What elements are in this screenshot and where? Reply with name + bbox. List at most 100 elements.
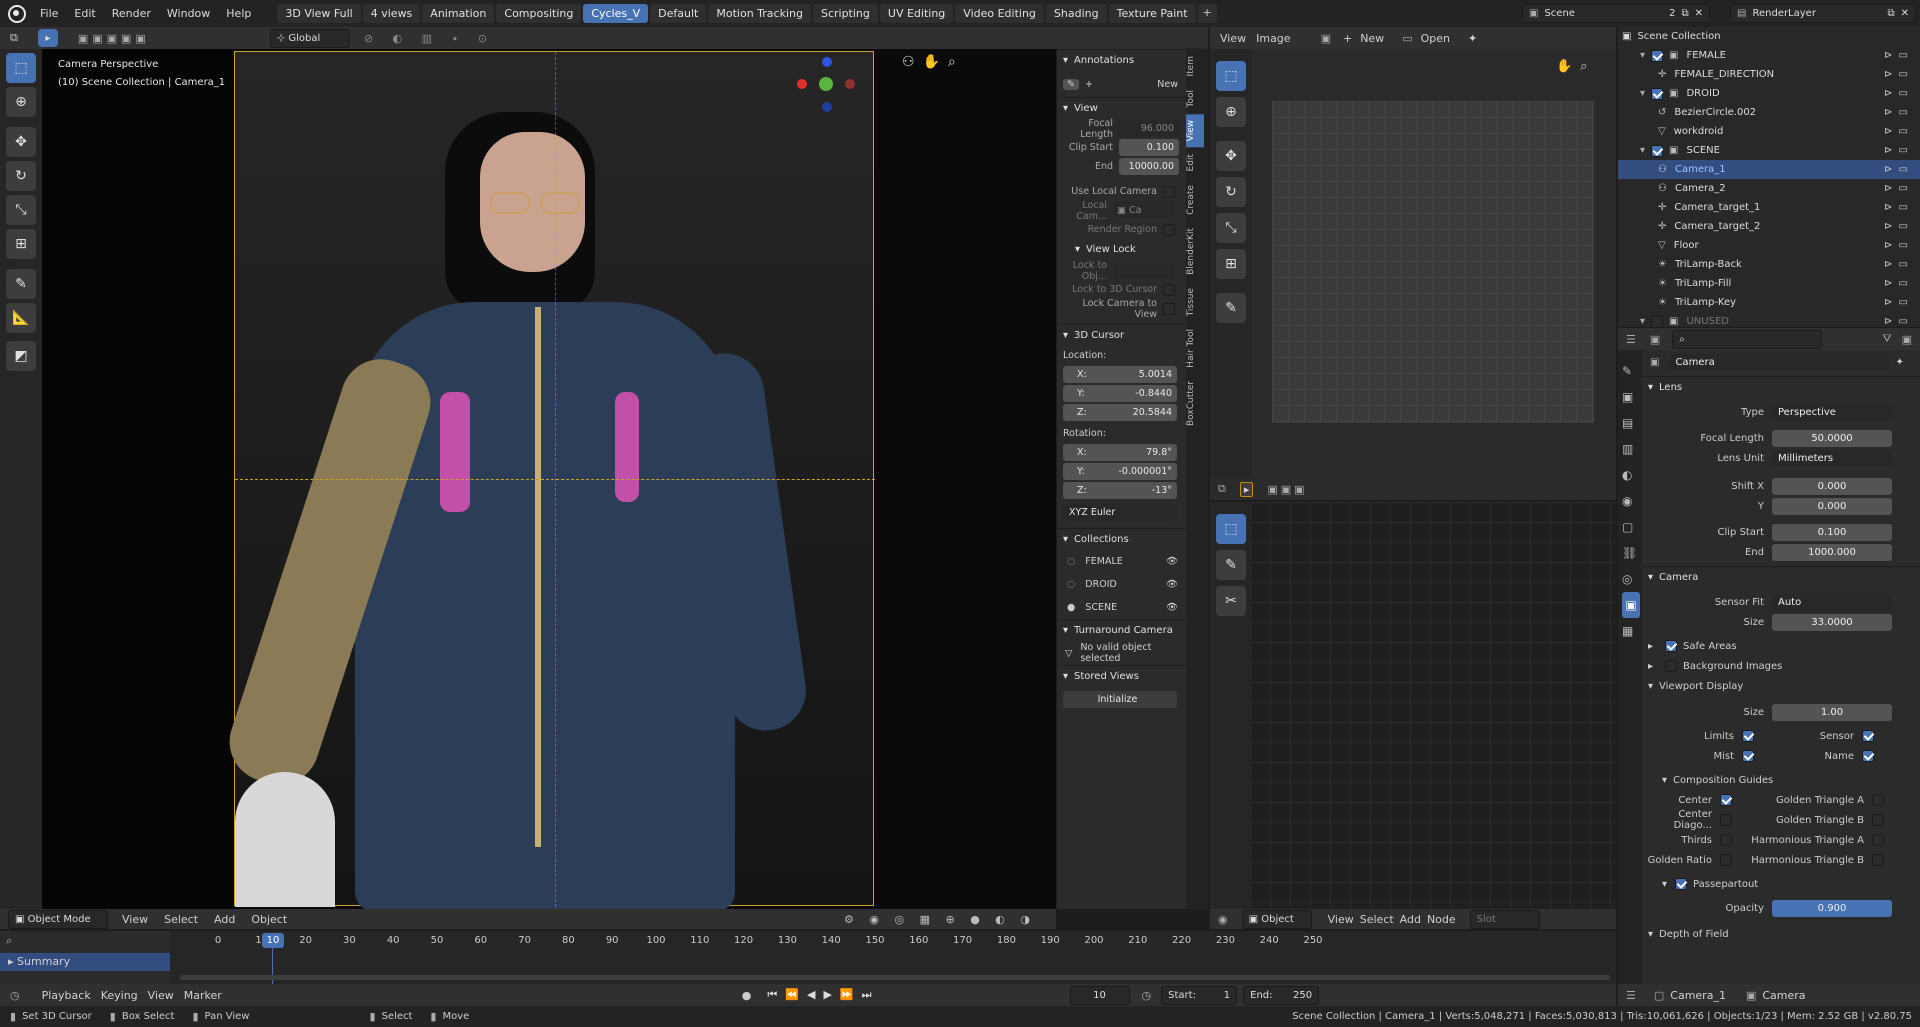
new-annotation-button[interactable]: New (1157, 79, 1178, 90)
expand-arrow-icon[interactable]: ▾ (1640, 50, 1645, 61)
expand-arrow-icon[interactable]: ▾ (1640, 316, 1645, 327)
clip-start-field[interactable]: 0.100 (1119, 139, 1179, 156)
guide-checkbox[interactable] (1872, 854, 1884, 866)
outliner-item[interactable]: ☀ TriLamp-Back ⊳▭ (1618, 255, 1920, 274)
outliner-item[interactable]: ▾ ▣ FEMALE ⊳▭ (1618, 46, 1920, 65)
close-icon[interactable]: ✕ (1695, 5, 1703, 22)
guide-checkbox[interactable] (1720, 814, 1732, 826)
move-icon[interactable]: ✥ (6, 127, 36, 157)
viewport-canvas[interactable]: Camera Perspective (10) Scene Collection… (42, 49, 1056, 909)
node-editor-canvas[interactable]: ⬚ ✎ ✂ (1210, 502, 1616, 909)
lock-camera-checkbox[interactable] (1163, 302, 1175, 315)
image-rotate-icon[interactable]: ↻ (1216, 177, 1246, 207)
3d-cursor-header[interactable]: ▾ 3D Cursor (1057, 324, 1186, 346)
collections-header[interactable]: ▾ Collections (1057, 528, 1186, 550)
expand-arrow-icon[interactable]: ▸ (1648, 641, 1653, 652)
collection-checkbox[interactable] (1651, 315, 1664, 328)
outliner-item[interactable]: ⚇ Camera_2 ⊳▭ (1618, 179, 1920, 198)
clip-end-field[interactable]: 10000.00 (1119, 158, 1179, 175)
play-icon[interactable]: ▸ (1239, 481, 1254, 497)
new-collection-icon[interactable]: ▣ (1902, 333, 1912, 346)
duplicate-layer-icon[interactable]: ⧉ (1887, 5, 1894, 22)
outliner-item[interactable]: ▾ ▣ DROID ⊳▭ (1618, 84, 1920, 103)
snapping-icons[interactable]: ⊘ ◐ ▥ ∙ ⊙ (364, 32, 495, 45)
guide-checkbox[interactable] (1720, 834, 1732, 846)
annotate-icon[interactable]: ✎ (6, 269, 36, 299)
sensor-size-field[interactable]: 33.0000 (1772, 613, 1892, 631)
image-select-mode-icons[interactable]: ▣▣▣ (1267, 483, 1307, 496)
guide-checkbox[interactable] (1872, 814, 1884, 826)
clip-start-field[interactable]: 0.100 (1772, 523, 1892, 541)
node-object-dropdown[interactable]: ▣ Object (1241, 909, 1312, 929)
viewport-menu-view[interactable]: View (122, 913, 148, 926)
rotate-icon[interactable]: ↻ (6, 161, 36, 191)
viewport-nav-icons[interactable]: ⚇✋⌕ (902, 54, 964, 70)
timeline-scrollbar[interactable] (180, 975, 1610, 980)
image-browse-icon[interactable]: ▣ (1321, 32, 1331, 45)
cursor-rotation-z[interactable]: Z: -13° (1063, 482, 1177, 499)
scene-tab-icon[interactable]: ◐ (1622, 462, 1642, 488)
viewport-menu-object[interactable]: Object (251, 913, 287, 926)
collapse-arrow-icon[interactable]: ▾ (1648, 929, 1653, 940)
opacity-slider[interactable]: 0.900 (1772, 899, 1892, 917)
timeline-area[interactable]: ⌕ ▸ Summary 0 10 20 30 40 50 60 70 80 90 100 110 120… (0, 931, 1616, 984)
physics-tab-icon[interactable]: ◎ (1622, 566, 1642, 592)
rotation-mode-dropdown[interactable]: XYZ Euler (1063, 504, 1177, 521)
image-transform-icon[interactable]: ⊞ (1216, 249, 1246, 279)
cursor-rotation-x[interactable]: X: 79.8° (1063, 444, 1177, 461)
add-cube-icon[interactable]: ◩ (6, 341, 36, 371)
search-icon[interactable]: ⌕ (6, 934, 12, 948)
tool-tab-icon[interactable]: ✎ (1622, 358, 1642, 384)
outliner-item[interactable]: ▽ Floor ⊳▭ (1618, 236, 1920, 255)
texture-tab-icon[interactable]: ▦ (1622, 618, 1642, 644)
image-cursor-icon[interactable]: ⊕ (1216, 97, 1246, 127)
node-menu-node[interactable]: Node (1427, 913, 1456, 926)
open-folder-icon[interactable]: ▭ (1402, 32, 1412, 45)
guide-checkbox[interactable] (1720, 854, 1732, 866)
footer-data-name[interactable]: Camera (1762, 989, 1805, 1002)
editor-type-icon[interactable]: ◷ (10, 989, 20, 1002)
pin-icon[interactable]: ✦ (1468, 32, 1477, 45)
menu-window[interactable]: Window (159, 7, 218, 20)
collection-checkbox[interactable] (1651, 144, 1664, 157)
cursor-location-z[interactable]: Z: 20.5844 (1063, 404, 1177, 421)
tab-tool[interactable]: Tool (1186, 82, 1204, 113)
timeline-menu-marker[interactable]: Marker (184, 989, 222, 1002)
visibility-toggle-icons[interactable]: ⊳▭ (1884, 107, 1914, 118)
collection-checkbox[interactable] (1651, 49, 1664, 62)
editor-type-icon[interactable]: ⧉ (1218, 482, 1226, 496)
node-select-icon[interactable]: ⬚ (1216, 514, 1246, 544)
collection-item-scene[interactable]: SCENE (1085, 602, 1166, 613)
render-tab-icon[interactable]: ▣ (1622, 384, 1642, 410)
focal-length-field[interactable]: 96.000 (1119, 120, 1179, 137)
camera-data-tab-icon[interactable]: ▣ (1622, 592, 1640, 618)
record-icon[interactable]: ● (742, 989, 752, 1002)
display-size-field[interactable]: 1.00 (1772, 703, 1892, 721)
viewport-display-label[interactable]: Viewport Display (1659, 681, 1743, 692)
clip-end-field[interactable]: 1000.000 (1772, 543, 1892, 561)
end-frame-field[interactable]: End: 250 (1243, 985, 1320, 1005)
guide-checkbox[interactable] (1720, 794, 1732, 806)
lock-to-cursor-checkbox[interactable] (1163, 283, 1175, 296)
visibility-toggle-icons[interactable]: ⊳▭ (1884, 240, 1914, 251)
tab-item[interactable]: Item (1186, 49, 1204, 83)
node-menu-view[interactable]: View (1328, 913, 1354, 926)
close-icon[interactable]: ✕ (1901, 5, 1909, 22)
workspace-tab-compositing[interactable]: Compositing (496, 4, 582, 23)
node-cut-icon[interactable]: ✂ (1216, 586, 1246, 616)
new-image-button[interactable]: New (1360, 32, 1384, 45)
expand-arrow-icon[interactable]: ▸ (1648, 661, 1653, 672)
transform-icon[interactable]: ⊞ (6, 229, 36, 259)
tab-view[interactable]: View (1186, 112, 1204, 148)
shift-x-field[interactable]: 0.000 (1772, 477, 1892, 495)
display-mode-icon[interactable]: ▣ (1650, 333, 1660, 346)
visibility-toggle-icons[interactable]: ⊳▭ (1884, 126, 1914, 137)
workspace-tab-default[interactable]: Default (650, 4, 707, 23)
visibility-toggle-icons[interactable]: ⊳▭ (1884, 221, 1914, 232)
eye-icon[interactable]: 👁 (1166, 579, 1178, 590)
navigation-gizmo[interactable] (797, 57, 857, 117)
outliner-item[interactable]: ↺ BezierCircle.002 ⊳▭ (1618, 103, 1920, 122)
stored-views-header[interactable]: ▾ Stored Views (1057, 665, 1186, 687)
editor-type-icon[interactable]: ◉ (1218, 913, 1228, 926)
visibility-toggle-icons[interactable]: ⊳▭ (1884, 202, 1914, 213)
